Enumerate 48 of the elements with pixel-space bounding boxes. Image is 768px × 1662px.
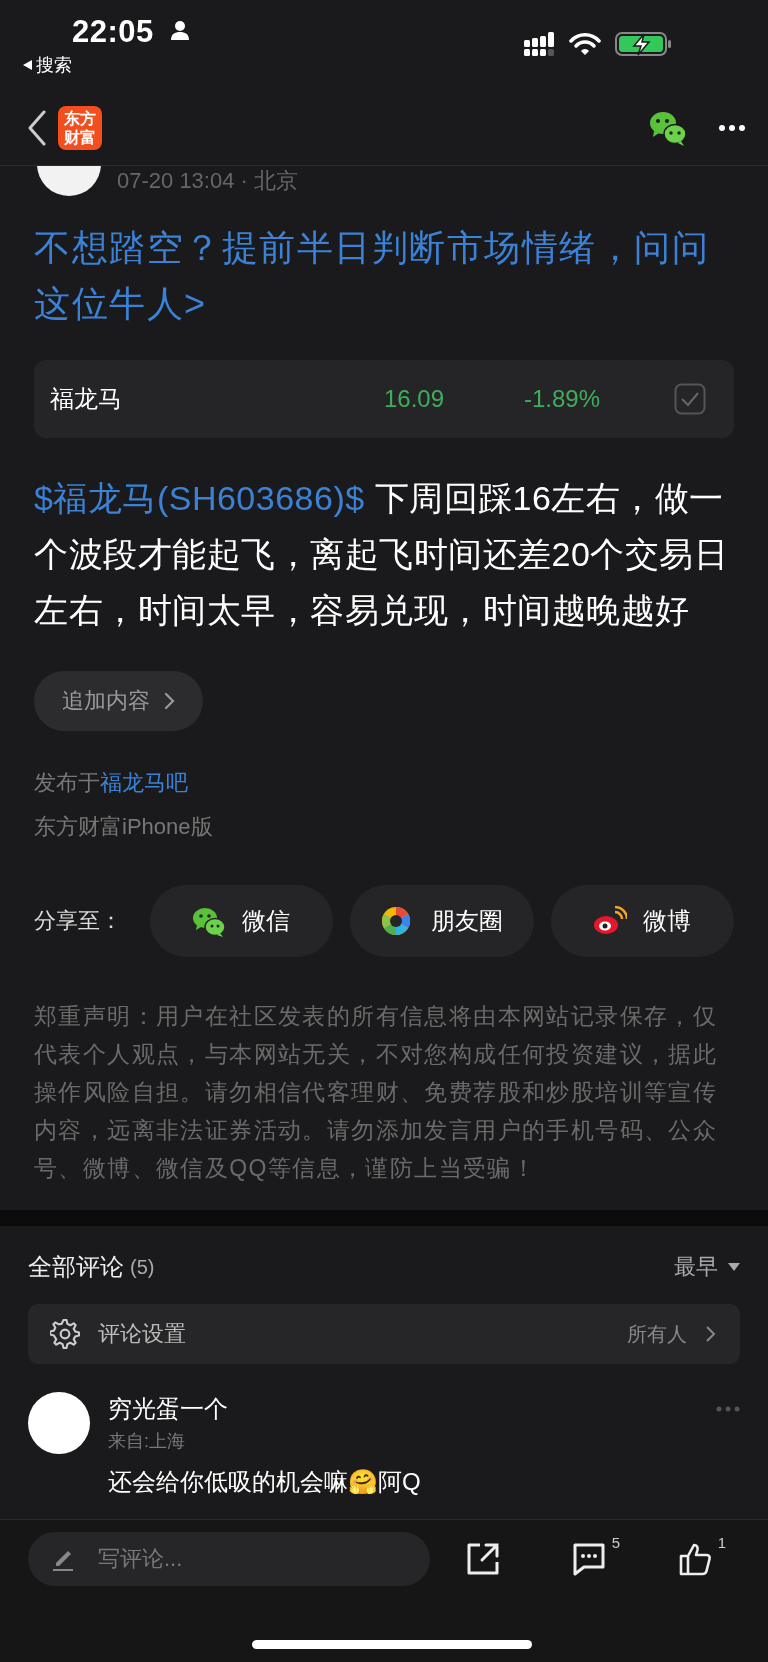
comment-icon[interactable]: [572, 1542, 606, 1576]
wifi-icon: [569, 32, 601, 56]
weibo-icon: [593, 905, 628, 937]
post-body: $福龙马(SH603686)$ 下周回踩16左右，做一个波段才能起飞，离起飞时间还差20个交易日左右，时间太早，容易兑现，时间越晚越好: [34, 478, 730, 631]
person-icon: [170, 20, 190, 40]
post-meta: 07-20 13:04 · 北京: [117, 167, 298, 195]
stock-bar-link[interactable]: 福龙马吧: [100, 770, 188, 795]
battery-icon: [615, 32, 672, 56]
disclaimer-text: 郑重声明：用户在社区发表的所有信息将由本网站记录保存，仅代表个人观点，与本网站无关，不对您构成任何投资建议，据此操作风险自担。请勿相信代客理财、免费荐股和炒股培训等宣传内容，远离非法证券活动。请勿添加发言用户的手机号码、公众号、微博、微信及QQ等信息，谨防上当受骗！: [34, 1002, 719, 1183]
comment-count: 5: [611, 1534, 620, 1551]
back-chevron-icon: [26, 109, 46, 146]
chevron-right-icon: [705, 1325, 716, 1343]
commenter-name[interactable]: 穷光蛋一个: [108, 1392, 716, 1426]
wechat-icon: [192, 905, 227, 937]
settings-icon: [50, 1319, 80, 1349]
stock-change: -1.89%: [524, 385, 602, 413]
share-button[interactable]: 朋友圈: [350, 885, 534, 957]
published-in-text: 发布于福龙马吧: [34, 769, 189, 797]
signal-icon: [524, 32, 555, 56]
chevron-right-icon: [164, 692, 175, 710]
comment-text: 还会给你低吸的机会嘛🤗阿Q: [108, 1467, 422, 1497]
app-logo: 东方 财富: [58, 105, 102, 150]
sort-dropdown[interactable]: 最早: [674, 1252, 740, 1282]
comments-count: (5): [130, 1255, 155, 1279]
stock-name: 福龙马: [50, 384, 123, 414]
back-button[interactable]: [26, 109, 46, 146]
comment-input-field[interactable]: 写评论...: [28, 1532, 430, 1586]
share-icon[interactable]: [466, 1542, 500, 1576]
stock-price: 16.09: [384, 385, 446, 413]
comments-title: 全部评论: [28, 1252, 124, 1282]
back-to-search-link[interactable]: 搜索: [22, 53, 72, 77]
dropdown-caret-icon: [728, 1263, 740, 1271]
like-count: 1: [717, 1534, 726, 1551]
share-label: 分享至：: [34, 907, 123, 935]
client-source: 东方财富iPhone版: [34, 813, 214, 841]
comment-settings-row[interactable]: 评论设置 所有人: [28, 1304, 740, 1364]
append-content-button[interactable]: 追加内容: [34, 671, 203, 731]
stock-card[interactable]: 福龙马 16.09 -1.89%: [34, 360, 734, 438]
stock-tag-link[interactable]: $福龙马(SH603686)$: [34, 479, 365, 517]
share-button[interactable]: 微信: [149, 885, 334, 957]
status-time: 22:05: [72, 14, 154, 50]
watchlist-check-icon[interactable]: [674, 383, 706, 415]
more-icon[interactable]: [718, 123, 746, 132]
promo-headline-link[interactable]: 不想踏空？提前半日判断市场情绪，问问这位牛人>: [34, 220, 734, 332]
thumbs-up-icon[interactable]: [678, 1542, 712, 1576]
share-button[interactable]: 微博: [550, 885, 734, 957]
back-triangle-icon: [22, 59, 32, 71]
commenter-location: 来自:上海: [108, 1430, 186, 1453]
